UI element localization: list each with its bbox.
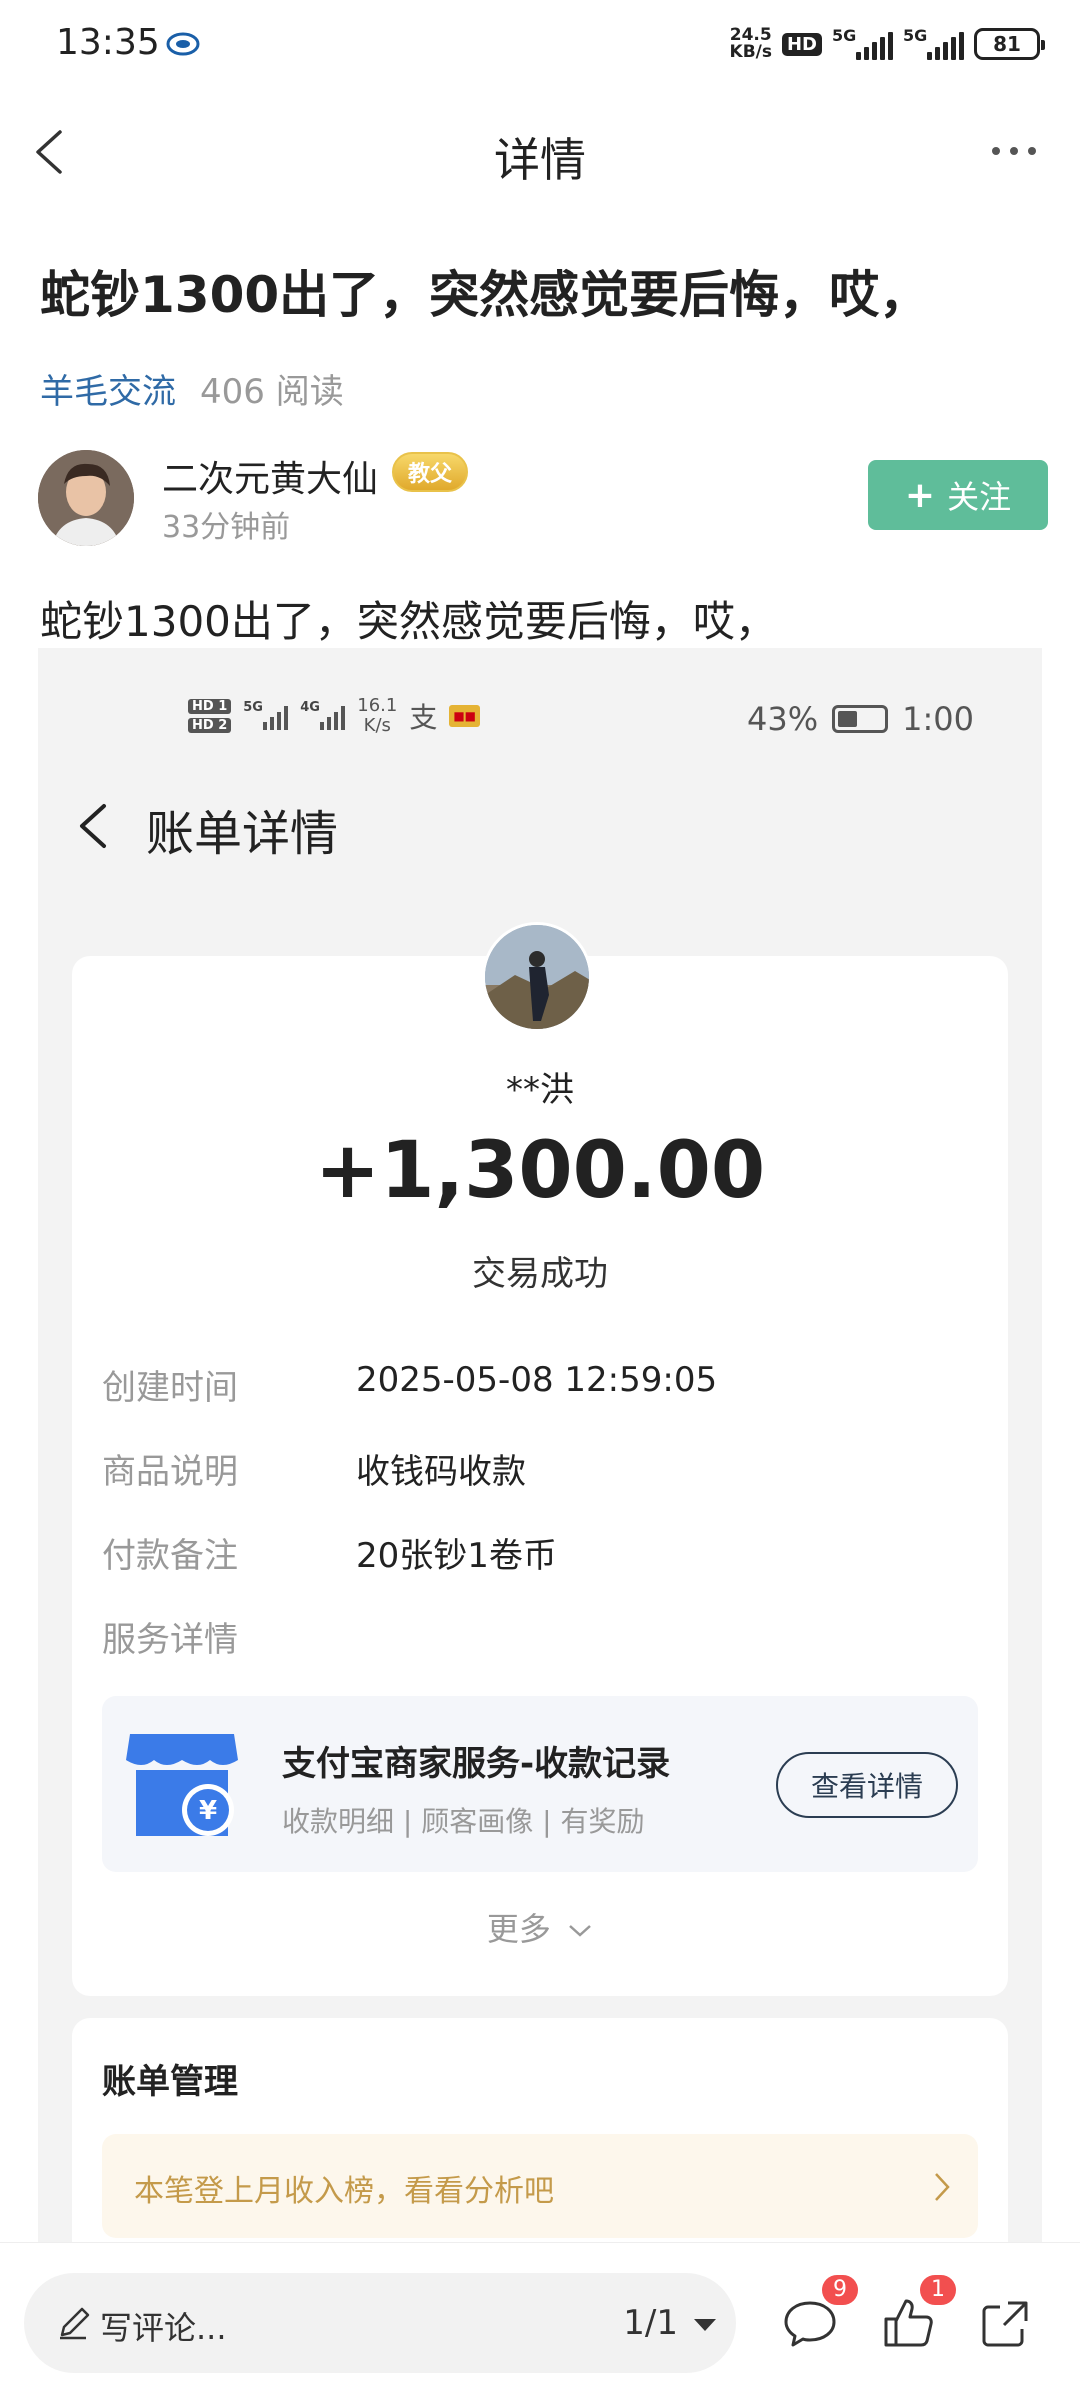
- net-speed: 24.5 KB/s: [729, 25, 772, 62]
- post-time: 33分钟前: [162, 510, 291, 545]
- bill-back-icon: [80, 804, 106, 848]
- post-meta: 羊毛交流 406 阅读: [40, 364, 344, 413]
- caret-down-icon[interactable]: [692, 2317, 718, 2333]
- comment-count-badge: 9: [822, 2275, 858, 2305]
- bill-header: 账单详情: [38, 778, 1042, 868]
- detail-row: 服务详情: [102, 1620, 238, 1660]
- pen-icon: [60, 2307, 90, 2340]
- plus-icon: +: [904, 474, 936, 516]
- signal-icon-sim2: 5G: [903, 26, 964, 60]
- service-subtitle: 收款明细 | 顾客画像 | 有奖励: [282, 1805, 645, 1838]
- payer-avatar: [482, 922, 592, 1032]
- follow-button[interactable]: + 关注: [868, 460, 1048, 530]
- topic-link[interactable]: 羊毛交流: [40, 364, 176, 413]
- post-image[interactable]: HD 1 HD 2 5G 4G 16.1 K/s 支 ■■ 43% 1:00 账…: [38, 648, 1042, 2248]
- bill-management-title: 账单管理: [102, 2062, 238, 2102]
- battery-icon: 81: [974, 28, 1045, 60]
- view-details-button: 查看详情: [776, 1752, 958, 1818]
- detail-row: 付款备注 20张钞1卷币: [102, 1536, 557, 1576]
- shop-icon: ¥: [126, 1734, 238, 1836]
- like-count-badge: 1: [920, 2275, 956, 2305]
- image-time: 1:00: [902, 700, 974, 738]
- image-battery-icon: [832, 705, 889, 733]
- share-icon[interactable]: [978, 2295, 1034, 2351]
- payer-name: **洪: [506, 1070, 574, 1110]
- app-mini-icon: ■■: [449, 705, 481, 727]
- post-title: 蛇钞1300出了，突然感觉要后悔，哎，: [40, 266, 930, 324]
- detail-row: 创建时间 2025-05-08 12:59:05: [102, 1360, 718, 1408]
- hd-indicator: HD: [781, 32, 822, 56]
- bill-card: **洪 +1,300.00 交易成功 创建时间 2025-05-08 12:59…: [72, 922, 1008, 1996]
- transaction-status: 交易成功: [472, 1254, 608, 1294]
- signal-icon-sim1: 5G: [832, 26, 893, 60]
- image-signal-icon-2: 4G: [300, 700, 346, 730]
- status-indicators: 24.5 KB/s HD 5G 5G 81: [729, 24, 1045, 64]
- author-row: 二次元黄大仙 教父 33分钟前 + 关注: [38, 450, 1048, 550]
- top-nav-bar: 详情: [0, 100, 1080, 204]
- bottom-action-bar: 写评论... 1/1 9 1: [0, 2242, 1080, 2400]
- alipay-icon: 支: [409, 701, 438, 734]
- status-bar: 13:35 24.5 KB/s HD 5G 5G 81: [0, 0, 1080, 90]
- image-net-speed: 16.1 K/s: [357, 695, 398, 736]
- chevron-right-icon: [935, 2173, 950, 2201]
- author-avatar[interactable]: [38, 450, 134, 546]
- detail-row: 商品说明 收钱码收款: [102, 1452, 526, 1492]
- more-options-icon[interactable]: [984, 136, 1044, 166]
- bill-title: 账单详情: [146, 806, 339, 862]
- post-body-text: 蛇钞1300出了，突然感觉要后悔，哎，: [40, 597, 777, 646]
- notification-app-icon: [166, 32, 200, 56]
- income-rank-notice: 本笔登上月收入榜，看看分析吧: [102, 2134, 978, 2238]
- comment-input[interactable]: 写评论... 1/1: [24, 2273, 736, 2373]
- chevron-down-icon: [569, 1925, 591, 1937]
- read-count: 406 阅读: [200, 372, 344, 412]
- image-signal-icon: 5G: [243, 700, 289, 730]
- svg-text:¥: ¥: [199, 1796, 217, 1826]
- author-badge: 教父: [392, 452, 469, 492]
- transaction-amount: +1,300.00: [314, 1126, 766, 1216]
- service-title: 支付宝商家服务-收款记录: [282, 1744, 671, 1784]
- page-indicator[interactable]: 1/1: [623, 2303, 678, 2343]
- image-status-bar: HD 1 HD 2 5G 4G 16.1 K/s 支 ■■ 43% 1:00: [38, 688, 1042, 748]
- status-time: 13:35: [56, 22, 160, 63]
- more-link: 更多: [72, 1904, 1008, 1950]
- image-battery-percent: 43%: [747, 700, 819, 738]
- comment-placeholder: 写评论...: [100, 2309, 227, 2347]
- author-name[interactable]: 二次元黄大仙: [162, 450, 378, 502]
- page-title: 详情: [494, 133, 586, 187]
- merchant-service-panel: ¥ 支付宝商家服务-收款记录 收款明细 | 顾客画像 | 有奖励 查看详情: [102, 1696, 978, 1872]
- bill-management-card: 账单管理 本笔登上月收入榜，看看分析吧: [72, 2018, 1008, 2248]
